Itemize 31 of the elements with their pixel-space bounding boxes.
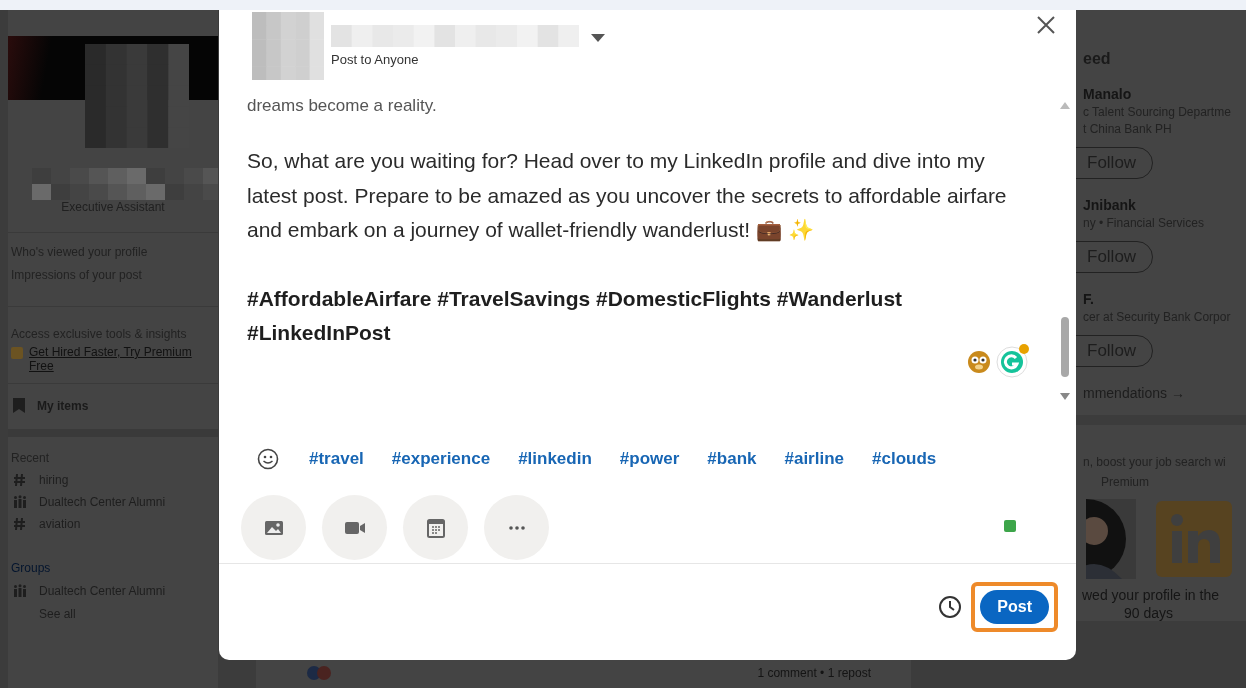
hashtag-icon bbox=[13, 473, 27, 487]
monkey-face-icon[interactable] bbox=[966, 348, 992, 374]
post-button[interactable]: Post bbox=[980, 590, 1049, 624]
audience-label[interactable]: Post to Anyone bbox=[331, 52, 605, 67]
hashtag-icon bbox=[13, 517, 27, 531]
linkedin-logo-icon bbox=[1156, 501, 1232, 577]
hashtags-text: #AffordableAirfare #TravelSavings #DomesticFlights #Wanderlust #LinkedInPost bbox=[247, 285, 904, 346]
hashtag-link[interactable]: #bank bbox=[707, 449, 757, 469]
close-icon[interactable] bbox=[1036, 15, 1056, 35]
hashtag-link[interactable]: #clouds bbox=[872, 449, 937, 469]
bookmark-icon bbox=[13, 398, 25, 413]
hashtag-link[interactable]: #airline bbox=[784, 449, 845, 469]
scrollbar[interactable] bbox=[1059, 102, 1071, 400]
hashtag-link[interactable]: #travel bbox=[309, 449, 364, 469]
post-text: So, what are you waiting for? Head over to my LinkedIn profile and dive into my latest post. Prepare to be amazed as you uncover the secrets to affordable airfare and embark on a journey of wallet-friendly wanderlust! 💼 ✨ bbox=[247, 148, 1008, 244]
grammar-check-icon[interactable] bbox=[996, 344, 1030, 378]
group-icon bbox=[13, 584, 27, 598]
scroll-thumb[interactable] bbox=[1061, 317, 1069, 377]
hashtag-link[interactable]: #linkedin bbox=[518, 449, 592, 469]
premium-icon bbox=[11, 347, 23, 359]
caret-icon[interactable] bbox=[591, 34, 605, 42]
reactions-icon bbox=[306, 665, 332, 681]
post-text: dreams become a reality. bbox=[247, 96, 438, 116]
hashtag-link[interactable]: #power bbox=[619, 449, 680, 469]
clock-icon[interactable] bbox=[938, 595, 963, 619]
groups-link[interactable]: Groups bbox=[11, 561, 215, 575]
group-icon bbox=[13, 495, 27, 509]
scroll-down-icon[interactable] bbox=[1060, 393, 1070, 400]
emoji-icon[interactable] bbox=[257, 448, 279, 470]
more-icon bbox=[508, 525, 525, 530]
hashtag-link[interactable]: #experience bbox=[391, 449, 491, 469]
